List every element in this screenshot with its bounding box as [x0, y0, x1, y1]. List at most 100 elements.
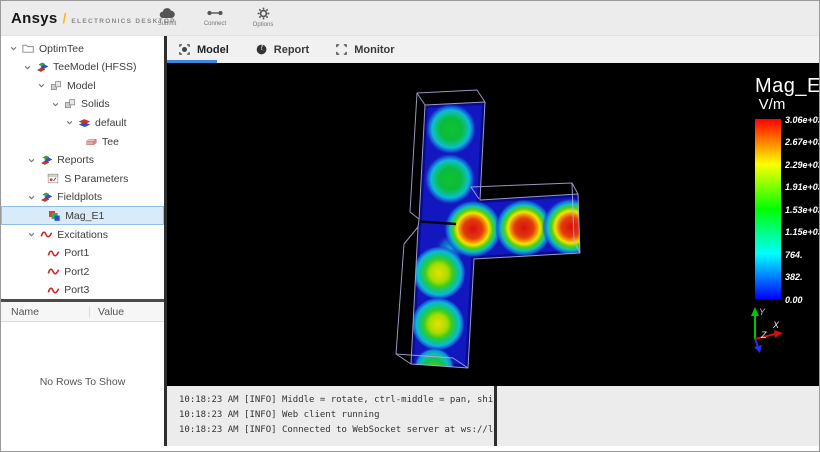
axis-z-label: Z — [760, 330, 767, 340]
legend-title: Mag_E — [755, 75, 820, 98]
tree-item-label: Mag_E1 — [65, 210, 104, 222]
chevron-down-icon[interactable] — [7, 42, 20, 55]
chevron-down-icon[interactable] — [49, 98, 62, 111]
report-pie-icon — [255, 43, 268, 56]
chevron-down-icon[interactable] — [63, 116, 76, 129]
tab-report[interactable]: Report — [255, 43, 309, 56]
message-log[interactable]: 10:18:23 AM [INFO] Middle = rotate, ctrl… — [167, 386, 494, 446]
view-tabs: Model Report Monitor — [167, 36, 820, 63]
viewport-3d[interactable]: Y X Z Mag_E V/m 3.06e+03 2.67e+03 2.29e+03… — [167, 63, 820, 386]
field-surface — [411, 102, 600, 386]
tree-item-label: Port2 — [64, 266, 89, 278]
solid-icon — [83, 134, 99, 149]
tree-item-label: Port1 — [64, 247, 89, 259]
sidebar-item-reports[interactable]: Reports — [1, 151, 164, 170]
sidebar-item-s-parameters[interactable]: S Parameters — [1, 169, 164, 188]
header-toolbar: Submit Connect Options — [149, 5, 281, 28]
excitation-icon — [45, 264, 61, 279]
connect-icon — [206, 5, 224, 21]
tab-label: Report — [274, 44, 309, 56]
toolbar-button-label: Submit — [158, 21, 177, 27]
tree-item-label: Solids — [81, 98, 110, 110]
sidebar-item-mag-e1[interactable]: Mag_E1 — [1, 206, 164, 225]
submit-button[interactable]: Submit — [149, 5, 185, 28]
sidebar-item-port1[interactable]: Port1 — [1, 244, 164, 263]
sidebar-item-port2[interactable]: Port2 — [1, 262, 164, 281]
project-tree-panel: OptimTee TeeModel (HFSS) Model Solids defaul… — [1, 36, 164, 446]
tree-item-label: OptimTee — [39, 43, 84, 55]
legend-tick-value: 1.91e+03 — [785, 182, 820, 192]
property-grid-header: Name Value — [1, 302, 164, 322]
tab-monitor[interactable]: Monitor — [335, 43, 394, 56]
geometry-icon — [62, 97, 78, 112]
monitor-tab-icon — [335, 43, 348, 56]
toolbar-button-label: Connect — [204, 21, 226, 27]
log-line: 10:18:23 AM [INFO] Web client running — [179, 408, 494, 423]
sidebar-item-model[interactable]: Model — [1, 76, 164, 95]
chevron-down-icon[interactable] — [25, 154, 38, 167]
sidebar-item-teemodel-hfss[interactable]: TeeModel (HFSS) — [1, 58, 164, 77]
cloud-icon — [158, 5, 176, 21]
view-tabbar: Model Report Monitor — [167, 36, 820, 63]
sidebar-item-excitations[interactable]: Excitations — [1, 225, 164, 244]
connect-button[interactable]: Connect — [197, 5, 233, 28]
design-icon — [34, 60, 50, 75]
axis-triad-icon: Y X Z — [751, 307, 783, 353]
tree-item-label: S Parameters — [64, 173, 128, 185]
legend-tick-value: 764. — [785, 250, 803, 260]
tree-item-label: Port3 — [64, 284, 89, 296]
chevron-down-icon[interactable] — [21, 61, 34, 74]
design-icon — [38, 153, 54, 168]
legend-tick-value: 3.06e+03 — [785, 115, 820, 125]
sidebar-item-fieldplots[interactable]: Fieldplots — [1, 188, 164, 207]
legend-tick-value: 2.29e+03 — [785, 160, 820, 170]
sidebar-item-optimtee[interactable]: OptimTee — [1, 39, 164, 58]
app-header: Ansys / ELECTRONICS DESKTOP SubmitConnec… — [1, 1, 819, 36]
tab-label: Model — [197, 44, 229, 56]
axis-y-label: Y — [759, 307, 766, 317]
folder-icon — [20, 41, 36, 56]
legend-colorbar — [755, 119, 781, 299]
gear-icon — [255, 5, 272, 22]
legend-tick-value: 1.15e+03 — [785, 227, 820, 237]
grid-column-name[interactable]: Name — [1, 306, 89, 318]
brand-slash: / — [63, 10, 67, 26]
chevron-down-icon[interactable] — [25, 228, 38, 241]
model-tab-icon — [178, 43, 191, 56]
axis-x-label: X — [772, 320, 780, 330]
tree-item-label: Reports — [57, 154, 94, 166]
tee-model-field-plot: Y X Z — [167, 63, 820, 386]
sidebar-item-tee[interactable]: Tee — [1, 132, 164, 151]
tab-label: Monitor — [354, 44, 394, 56]
tree-item-label: Tee — [102, 136, 119, 148]
log-line: 10:18:23 AM [INFO] Middle = rotate, ctrl… — [179, 393, 494, 408]
tree-item-label: default — [95, 117, 127, 129]
geometry-icon — [48, 78, 64, 93]
tree-item-label: Excitations — [57, 229, 108, 241]
tree-item-label: Model — [67, 80, 96, 92]
fieldplot-icon — [46, 208, 62, 223]
report-doc-icon — [45, 171, 61, 186]
design-icon — [38, 190, 54, 205]
grid-column-value[interactable]: Value — [89, 306, 124, 318]
log-line: 10:18:23 AM [INFO] Connected to WebSocke… — [179, 423, 494, 438]
bottom-right-spacer — [497, 386, 820, 446]
tab-model[interactable]: Model — [178, 43, 229, 56]
legend-tick-value: 1.53e+03 — [785, 205, 820, 215]
chevron-down-icon[interactable] — [25, 191, 38, 204]
legend-units: V/m — [751, 96, 793, 113]
sidebar-item-default[interactable]: default — [1, 113, 164, 132]
legend-tick-value: 2.67e+03 — [785, 137, 820, 147]
toolbar-button-label: Options — [253, 22, 274, 28]
brand-text: Ansys — [11, 10, 58, 27]
sidebar-item-solids[interactable]: Solids — [1, 95, 164, 114]
legend-tick-value: 382. — [785, 272, 803, 282]
options-button[interactable]: Options — [245, 5, 281, 28]
excitation-icon — [38, 227, 54, 242]
material-icon — [76, 115, 92, 130]
grid-empty-message: No Rows To Show — [1, 322, 164, 442]
sidebar-item-port3[interactable]: Port3 — [1, 281, 164, 300]
tree-item-label: Fieldplots — [57, 191, 102, 203]
chevron-down-icon[interactable] — [35, 79, 48, 92]
tree-item-label: TeeModel (HFSS) — [53, 61, 136, 73]
